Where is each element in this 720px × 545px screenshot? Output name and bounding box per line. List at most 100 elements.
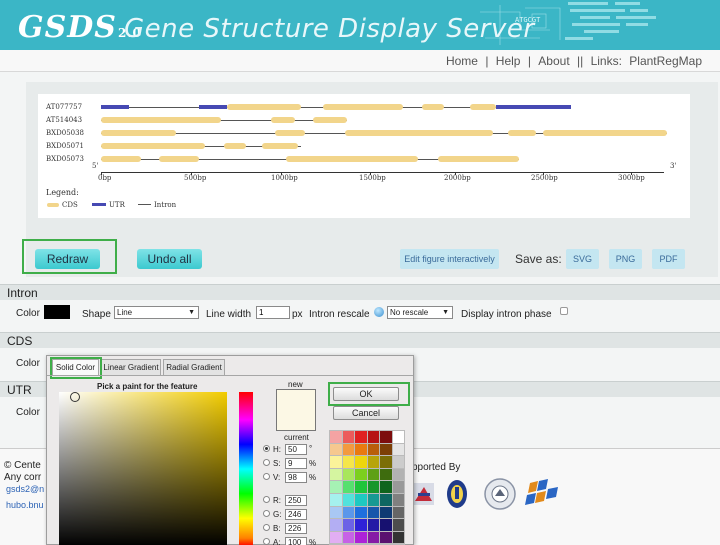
color-swatch[interactable]	[330, 468, 342, 481]
ok-button[interactable]: OK	[333, 387, 399, 401]
nav-plantregmap[interactable]: PlantRegMap	[629, 54, 702, 68]
a-radio[interactable]	[263, 538, 270, 545]
color-swatch[interactable]	[367, 431, 379, 443]
save-svg-button[interactable]: SVG	[566, 249, 599, 269]
color-swatch[interactable]	[330, 431, 342, 443]
b-input[interactable]: 226	[285, 523, 307, 534]
color-swatch[interactable]	[342, 506, 354, 519]
color-swatch[interactable]	[330, 493, 342, 506]
color-swatch[interactable]	[367, 456, 379, 468]
saturation-value-area[interactable]	[59, 392, 227, 545]
color-swatch[interactable]	[367, 506, 379, 519]
cds-segment	[227, 104, 301, 110]
color-cursor[interactable]	[70, 392, 80, 402]
color-swatch[interactable]	[342, 493, 354, 506]
color-swatch[interactable]	[392, 481, 404, 493]
color-swatch[interactable]	[355, 519, 367, 531]
b-radio[interactable]	[263, 524, 270, 531]
color-swatch[interactable]	[342, 531, 354, 544]
r-radio[interactable]	[263, 496, 270, 503]
color-swatch[interactable]	[367, 443, 379, 456]
color-swatch[interactable]	[342, 468, 354, 481]
color-swatch[interactable]	[392, 531, 404, 544]
color-swatch[interactable]	[330, 443, 342, 456]
color-swatch[interactable]	[355, 506, 367, 519]
color-swatch[interactable]	[355, 443, 367, 456]
color-swatch[interactable]	[367, 481, 379, 493]
cds-segment	[470, 104, 496, 110]
color-swatch[interactable]	[355, 531, 367, 544]
color-swatch[interactable]	[367, 531, 379, 544]
color-swatch[interactable]	[380, 431, 392, 443]
color-swatch[interactable]	[330, 531, 342, 544]
color-swatch[interactable]	[392, 468, 404, 481]
color-swatch[interactable]	[355, 468, 367, 481]
a-input[interactable]: 100	[285, 537, 307, 545]
color-swatch[interactable]	[330, 481, 342, 493]
color-swatch[interactable]	[380, 519, 392, 531]
edit-interactively-button[interactable]: Edit figure interactively	[400, 249, 499, 269]
hue-slider[interactable]	[239, 392, 253, 545]
intron-color-swatch[interactable]	[44, 305, 70, 319]
intron-phase-checkbox[interactable]	[560, 307, 568, 315]
intron-section-header: Intron	[0, 284, 720, 300]
g-radio[interactable]	[263, 510, 270, 517]
color-swatch[interactable]	[367, 468, 379, 481]
color-swatch[interactable]	[380, 506, 392, 519]
color-swatch[interactable]	[367, 493, 379, 506]
color-swatch[interactable]	[392, 506, 404, 519]
color-swatch[interactable]	[330, 519, 342, 531]
color-swatch[interactable]	[342, 456, 354, 468]
intron-shape-select[interactable]: Line ▼	[114, 306, 199, 319]
color-swatch[interactable]	[330, 506, 342, 519]
footer-link[interactable]: hubo.bnu	[6, 500, 44, 510]
color-swatch[interactable]	[380, 493, 392, 506]
redraw-button[interactable]: Redraw	[35, 249, 100, 269]
tab-linear-gradient[interactable]: Linear Gradient	[101, 359, 161, 375]
color-swatch[interactable]	[355, 481, 367, 493]
color-swatch[interactable]	[380, 481, 392, 493]
s-input[interactable]: 9	[285, 458, 307, 469]
nav-home[interactable]: Home	[446, 54, 478, 68]
h-input[interactable]: 50	[285, 444, 307, 455]
color-swatch[interactable]	[342, 519, 354, 531]
site-title: Gene Structure Display Server	[124, 14, 535, 44]
nav-help[interactable]: Help	[496, 54, 521, 68]
color-swatch[interactable]	[330, 456, 342, 468]
color-swatch[interactable]	[392, 493, 404, 506]
tab-radial-gradient[interactable]: Radial Gradient	[163, 359, 225, 375]
color-swatch[interactable]	[342, 431, 354, 443]
color-swatch[interactable]	[392, 519, 404, 531]
footer-email-link[interactable]: gsds2@n	[6, 484, 44, 494]
color-swatch[interactable]	[342, 481, 354, 493]
color-swatch[interactable]	[355, 431, 367, 443]
color-swatch[interactable]	[380, 443, 392, 456]
color-swatch[interactable]	[380, 531, 392, 544]
g-input[interactable]: 246	[285, 509, 307, 520]
v-input[interactable]: 98	[285, 472, 307, 483]
color-swatch[interactable]	[355, 456, 367, 468]
h-radio[interactable]	[263, 445, 270, 452]
color-swatch[interactable]	[392, 456, 404, 468]
line-width-input[interactable]: 1	[256, 306, 290, 319]
r-input[interactable]: 250	[285, 495, 307, 506]
undo-all-button[interactable]: Undo all	[137, 249, 202, 269]
color-swatch[interactable]	[392, 443, 404, 456]
cds-segment	[101, 156, 141, 162]
v-radio[interactable]	[263, 473, 270, 480]
color-swatch[interactable]	[355, 493, 367, 506]
color-swatch[interactable]	[367, 519, 379, 531]
save-pdf-button[interactable]: PDF	[652, 249, 685, 269]
s-radio[interactable]	[263, 459, 270, 466]
color-swatch[interactable]	[380, 468, 392, 481]
color-swatch[interactable]	[380, 456, 392, 468]
help-icon[interactable]	[374, 307, 384, 317]
intron-rescale-select[interactable]: No rescale ▼	[387, 306, 453, 319]
cancel-button[interactable]: Cancel	[333, 406, 399, 420]
color-swatch[interactable]	[392, 431, 404, 443]
chevron-down-icon: ▼	[442, 309, 449, 316]
color-swatch[interactable]	[342, 443, 354, 456]
save-png-button[interactable]: PNG	[609, 249, 642, 269]
three-prime-label: 3'	[670, 162, 677, 170]
nav-about[interactable]: About	[538, 54, 569, 68]
